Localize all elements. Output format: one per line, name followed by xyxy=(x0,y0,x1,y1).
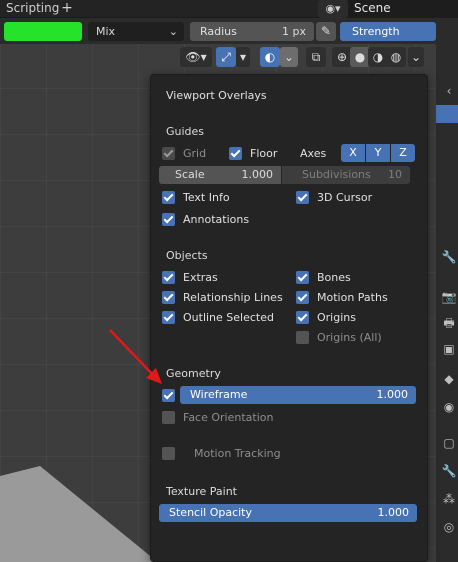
shading-material-icon[interactable]: ◑ xyxy=(368,47,388,67)
stencil-opacity-slider[interactable]: Stencil Opacity 1.000 xyxy=(159,504,417,522)
tool-properties-icon[interactable]: 🔧 xyxy=(440,248,458,266)
add-workspace-button[interactable]: + xyxy=(56,0,78,18)
view-layer-icon[interactable]: ▣ xyxy=(440,340,458,358)
annotations-checkbox[interactable] xyxy=(162,213,175,226)
strength-field[interactable]: Strength xyxy=(340,22,436,41)
bones-checkbox[interactable] xyxy=(296,271,309,284)
face-orientation-label: Face Orientation xyxy=(183,411,274,424)
shading-dropdown-icon[interactable]: ⌄ xyxy=(408,47,424,67)
pen-pressure-icon[interactable]: ✎ xyxy=(316,22,336,41)
scale-label: Scale xyxy=(175,168,205,181)
bones-label: Bones xyxy=(317,271,351,284)
motion-paths-checkbox[interactable] xyxy=(296,291,309,304)
outline-selected-label: Outline Selected xyxy=(183,311,274,324)
grid-checkbox[interactable] xyxy=(162,147,175,160)
chevron-down-icon: ⌄ xyxy=(168,25,178,38)
xray-icon[interactable]: ⧉ xyxy=(306,47,326,67)
popover-title: Viewport Overlays xyxy=(166,89,267,102)
subdivisions-field[interactable]: Subdivisions 10 xyxy=(282,166,410,184)
relationship-lines-checkbox[interactable] xyxy=(162,291,175,304)
subdivisions-label: Subdivisions xyxy=(302,168,371,181)
section-guides: Guides xyxy=(166,125,205,138)
scale-field[interactable]: Scale 1.000 xyxy=(159,166,281,184)
motion-paths-label: Motion Paths xyxy=(317,291,388,304)
radius-value: 1 px xyxy=(282,25,306,38)
axis-z-toggle[interactable]: Z xyxy=(391,144,415,162)
radius-field[interactable]: Radius 1 px xyxy=(190,22,314,41)
annotations-label: Annotations xyxy=(183,213,250,226)
gizmo-dropdown-icon[interactable]: ▾ xyxy=(236,47,250,67)
shading-wireframe-icon[interactable]: ⊕ xyxy=(332,47,352,67)
wireframe-value: 1.000 xyxy=(376,388,409,401)
wireframe-checkbox[interactable] xyxy=(162,389,175,402)
gizmo-icon[interactable]: ⤢ xyxy=(216,47,236,67)
origins-all-label: Origins (All) xyxy=(317,331,382,344)
ground-plane xyxy=(0,466,158,562)
origins-label: Origins xyxy=(317,311,356,324)
3d-cursor-label: 3D Cursor xyxy=(317,191,373,204)
wireframe-label: Wireframe xyxy=(190,388,248,401)
axes-label: Axes xyxy=(300,147,327,160)
origins-checkbox[interactable] xyxy=(296,311,309,324)
world-properties-icon[interactable]: ◉ xyxy=(440,398,458,416)
modifier-properties-icon[interactable]: 🔧 xyxy=(440,462,458,480)
outliner-selected-row[interactable] xyxy=(436,105,458,123)
floor-label: Floor xyxy=(250,147,278,160)
origins-all-checkbox[interactable] xyxy=(296,331,309,344)
extras-label: Extras xyxy=(183,271,218,284)
physics-icon[interactable]: ◎ xyxy=(440,518,458,536)
text-info-checkbox[interactable] xyxy=(162,191,175,204)
blend-mode-value: Mix xyxy=(96,25,116,38)
scene-selector-icon[interactable]: ◉▾ xyxy=(318,0,348,18)
motion-tracking-checkbox[interactable] xyxy=(162,447,175,460)
section-objects: Objects xyxy=(166,249,208,262)
blend-mode-select[interactable]: Mix ⌄ xyxy=(88,22,184,41)
stencil-opacity-value: 1.000 xyxy=(377,506,410,519)
visibility-eye-icon[interactable]: 👁▾ xyxy=(180,47,212,67)
floor-checkbox[interactable] xyxy=(229,147,242,160)
shading-rendered-icon[interactable]: ◍ xyxy=(386,47,406,67)
motion-tracking-label: Motion Tracking xyxy=(194,447,281,460)
particles-icon[interactable]: ⁂ xyxy=(440,490,458,508)
object-properties-icon[interactable]: ▢ xyxy=(440,434,458,452)
scale-value: 1.000 xyxy=(241,168,274,181)
annotation-arrow-icon xyxy=(109,329,162,384)
collapse-arrow-icon[interactable]: ‹ xyxy=(440,82,458,100)
wireframe-slider[interactable]: Wireframe 1.000 xyxy=(180,386,416,404)
brush-color-swatch[interactable] xyxy=(4,22,82,41)
axis-y-toggle[interactable]: Y xyxy=(366,144,390,162)
stencil-opacity-label: Stencil Opacity xyxy=(169,506,252,519)
3d-cursor-checkbox[interactable] xyxy=(296,191,309,204)
outline-selected-checkbox[interactable] xyxy=(162,311,175,324)
grid-label: Grid xyxy=(183,147,207,160)
overlays-dropdown-icon[interactable]: ⌄ xyxy=(280,47,298,67)
text-info-label: Text Info xyxy=(183,191,230,204)
scene-name-field[interactable]: Scene xyxy=(348,0,458,18)
section-texture-paint: Texture Paint xyxy=(166,485,237,498)
section-geometry: Geometry xyxy=(166,367,221,380)
scene-properties-icon[interactable]: ◆ xyxy=(440,370,458,388)
overlays-icon[interactable]: ◐ xyxy=(260,47,280,67)
output-properties-icon[interactable]: 🖶 xyxy=(440,314,458,332)
relationship-lines-label: Relationship Lines xyxy=(183,291,283,304)
axis-x-toggle[interactable]: X xyxy=(341,144,365,162)
subdivisions-value: 10 xyxy=(388,168,402,181)
radius-label: Radius xyxy=(200,25,237,38)
face-orientation-checkbox[interactable] xyxy=(162,411,175,424)
extras-checkbox[interactable] xyxy=(162,271,175,284)
shading-solid-icon[interactable]: ● xyxy=(350,47,370,67)
render-properties-icon[interactable]: 📷 xyxy=(440,288,458,306)
